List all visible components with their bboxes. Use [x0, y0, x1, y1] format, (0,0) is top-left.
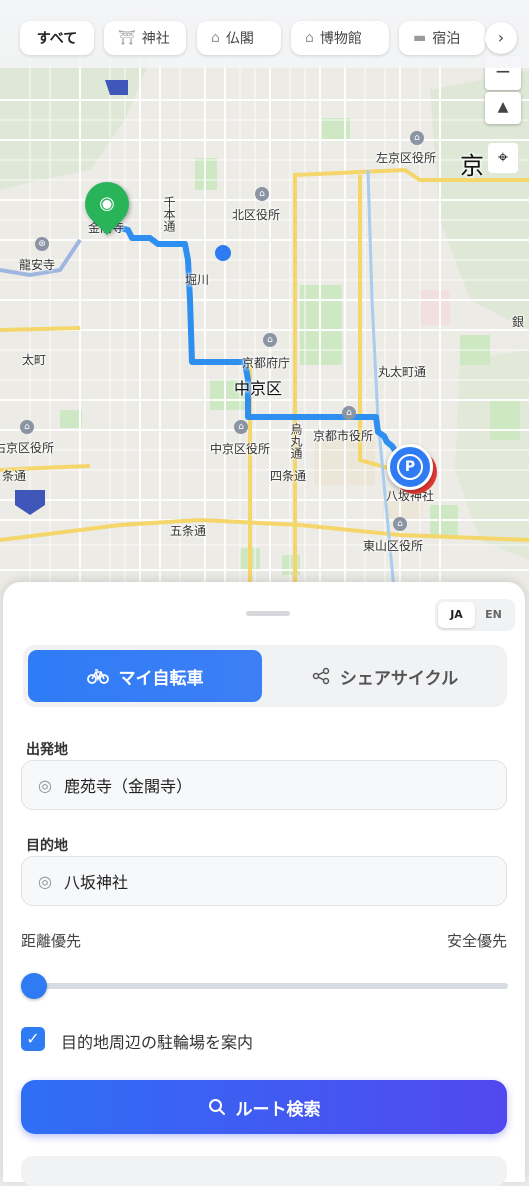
- destination-label: 目的地: [26, 838, 68, 854]
- map-label-nakagyo-office: 中京区役所: [210, 442, 271, 456]
- route-panel: JA EN マイ自転車 シェアサイクル 出発地 ◎ 鹿苑寺（金閣寺） 目的地 ◎…: [3, 582, 525, 1186]
- parking-guide-label: 目的地周辺の駐輪場を案内: [61, 1033, 254, 1052]
- map-label-sakyo-ward: 左京区役所: [376, 151, 437, 165]
- government-icon: ⌂: [263, 333, 277, 347]
- origin-value: 鹿苑寺（金閣寺）: [64, 777, 193, 796]
- category-label: 博物館: [319, 31, 362, 47]
- route-search-button[interactable]: ルート検索: [21, 1080, 507, 1134]
- language-toggle: JA EN: [435, 599, 515, 631]
- temple-icon: ⌂: [211, 30, 220, 46]
- priority-slider-track[interactable]: [33, 983, 508, 989]
- tab-share-cycle[interactable]: シェアサイクル: [268, 650, 502, 702]
- location-pin-icon: ◎: [38, 871, 52, 891]
- map-label-marutamachi: 丸太町通: [378, 365, 427, 379]
- category-label: 仏閣: [225, 31, 254, 47]
- search-icon: [208, 1099, 225, 1115]
- map-label-horikawa: 堀川: [185, 273, 210, 287]
- map-label-city-hall: 京都市役所: [313, 429, 374, 443]
- category-label: 宿泊: [432, 31, 461, 47]
- map-label-prefecture: 京都府庁: [242, 356, 291, 370]
- location-pin-icon: ◎: [38, 775, 52, 795]
- category-bar: すべて ⛩ 神社 ⌂ 仏閣 ⌂ 博物館 ▬ 宿泊 ›: [0, 0, 529, 68]
- parking-icon: P: [397, 454, 423, 480]
- category-chip-all[interactable]: すべて: [20, 21, 94, 55]
- safety-priority-label: 安全優先: [446, 932, 507, 950]
- map-label-karasuma: 烏丸通: [289, 423, 303, 459]
- map-label-shijo-left: 条通: [2, 469, 27, 483]
- destination-value: 八坂神社: [64, 873, 129, 892]
- share-icon: [312, 667, 330, 685]
- drag-handle[interactable]: [246, 611, 290, 616]
- category-label: すべて: [36, 31, 78, 47]
- map-label-uzumasa: 太町: [22, 353, 47, 367]
- location-pin-icon: ◉: [99, 193, 115, 214]
- lang-en-button[interactable]: EN: [475, 602, 512, 628]
- results-card-peek: [21, 1156, 507, 1186]
- category-chip-temple[interactable]: ⌂ 仏閣: [197, 21, 281, 55]
- route-search-label: ルート検索: [235, 1099, 321, 1120]
- tab-label: シェアサイクル: [339, 668, 459, 689]
- category-chip-museum[interactable]: ⌂ 博物館: [291, 21, 389, 55]
- category-chip-shrine[interactable]: ⛩ 神社: [104, 21, 186, 55]
- tab-label: マイ自転車: [118, 668, 204, 689]
- ward-office-icon: ⌂: [234, 420, 248, 434]
- city-hall-icon: ⌂: [342, 406, 356, 420]
- ward-office-icon: ⌂: [393, 517, 407, 531]
- bicycle-icon: [86, 669, 109, 684]
- map-canvas: [0, 0, 529, 600]
- map-label-nakagyo: 中京区: [234, 379, 283, 398]
- map-label-kita-ward: 北区役所: [232, 208, 281, 222]
- museum-icon: ⌂: [305, 30, 314, 46]
- category-label: 神社: [141, 31, 170, 47]
- current-location-dot: [215, 245, 231, 261]
- category-chip-lodging[interactable]: ▬ 宿泊: [399, 21, 485, 55]
- parking-marker[interactable]: P: [387, 444, 433, 490]
- chevron-right-icon[interactable]: ›: [485, 22, 517, 54]
- destination-field[interactable]: ◎ 八坂神社: [21, 856, 507, 906]
- map-label-senbon: 千本通: [162, 196, 176, 232]
- map-view[interactable]: ⌂ ⌂ ⊛ ⌂ ⌂ ⌂ ⌂ ⌂ 金閣寺 龍安寺 北区役所 左京区役所 京 堀川 …: [0, 0, 529, 600]
- priority-slider-thumb[interactable]: [21, 973, 47, 999]
- tab-my-bicycle[interactable]: マイ自転車: [28, 650, 262, 702]
- mode-tabs: マイ自転車 シェアサイクル: [23, 645, 507, 707]
- parking-guide-checkbox[interactable]: ✓: [21, 1027, 45, 1051]
- lang-ja-button[interactable]: JA: [438, 602, 475, 628]
- temple-icon: ⊛: [35, 237, 49, 251]
- compass-button[interactable]: ▲: [485, 92, 521, 124]
- origin-field[interactable]: ◎ 鹿苑寺（金閣寺）: [21, 760, 507, 810]
- map-label-ukyo: 右京区役所: [0, 441, 55, 455]
- shrine-icon: ⛩: [118, 30, 136, 46]
- map-label-higashiyama: 東山区役所: [363, 539, 424, 553]
- ward-office-icon: ⌂: [410, 131, 424, 145]
- map-label-kyo: 京: [460, 152, 484, 180]
- bed-icon: ▬: [413, 30, 427, 46]
- ward-office-icon: ⌂: [20, 420, 34, 434]
- origin-label: 出発地: [26, 742, 68, 758]
- distance-priority-label: 距離優先: [21, 932, 82, 950]
- ward-office-icon: ⌂: [255, 187, 269, 201]
- locate-me-button[interactable]: ⌖: [488, 143, 518, 173]
- map-label-gin: 銀: [512, 315, 525, 329]
- map-label-gojo: 五条通: [170, 524, 207, 538]
- map-label-shijo: 四条通: [270, 469, 307, 483]
- map-label-ryoanji: 龍安寺: [19, 258, 56, 272]
